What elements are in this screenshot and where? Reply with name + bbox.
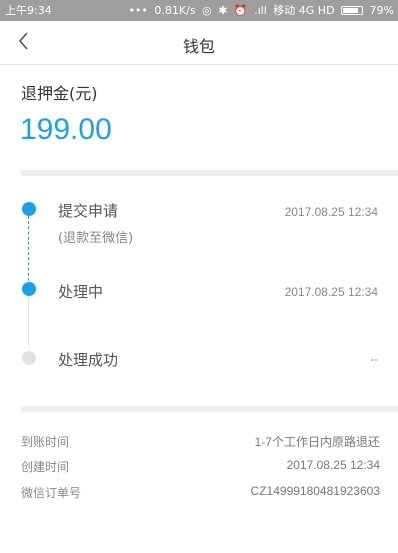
timeline-connector-done [28,216,29,286]
battery-icon [341,6,364,15]
net-speed: 0.81K/s [154,4,196,17]
created-time-value: 2017.08.25 12:34 [286,458,380,472]
step-label-success: 处理成功 [58,351,119,369]
created-time-label: 创建时间 [21,460,70,474]
carrier-label: 移动 4G HD [273,4,335,17]
bluetooth-icon: ✱ [218,4,228,17]
section-divider [21,170,398,176]
alarm-icon: ⏰ [233,4,248,17]
step-label-processing: 处理中 [58,283,104,301]
arrival-time-label: 到账时间 [21,435,70,449]
section-divider [21,406,398,412]
order-number-value: CZ14999180481923603 [250,484,380,498]
order-number-label: 微信订单号 [21,486,82,500]
step-label-submitted: 提交申请 [58,202,119,220]
more-dots-icon: ••• [128,4,148,17]
step-dot-success [22,351,36,365]
timeline-connector-pending [28,296,29,348]
step-sub-submitted: (退款至微信) [58,231,134,246]
status-bar: 上午9:34 ••• 0.81K/s ◎ ✱ ⏰ .ıll 移动 4G HD 7… [0,0,398,21]
step-dot-submitted [22,202,36,216]
page-title: 钱包 [182,37,215,56]
arrival-time-value: 1-7个工作日内原路退还 [254,435,380,449]
refund-amount: 199.00 [20,113,112,146]
status-time: 上午9:34 [5,4,52,17]
step-time-processing: 2017.08.25 12:34 [284,285,378,299]
signal-icon: .ıll [254,4,267,17]
battery-percent: 79% [369,4,394,17]
step-dot-processing [22,282,36,296]
step-time-success: -- [370,352,378,366]
nfc-icon: ◎ [202,4,212,17]
nav-bar: 钱包 [0,21,398,65]
status-indicators: ••• 0.81K/s ◎ ✱ ⏰ .ıll 移动 4G HD 79% [125,0,394,21]
step-time-submitted: 2017.08.25 12:34 [284,205,378,219]
refund-label: 退押金(元) [21,84,98,103]
